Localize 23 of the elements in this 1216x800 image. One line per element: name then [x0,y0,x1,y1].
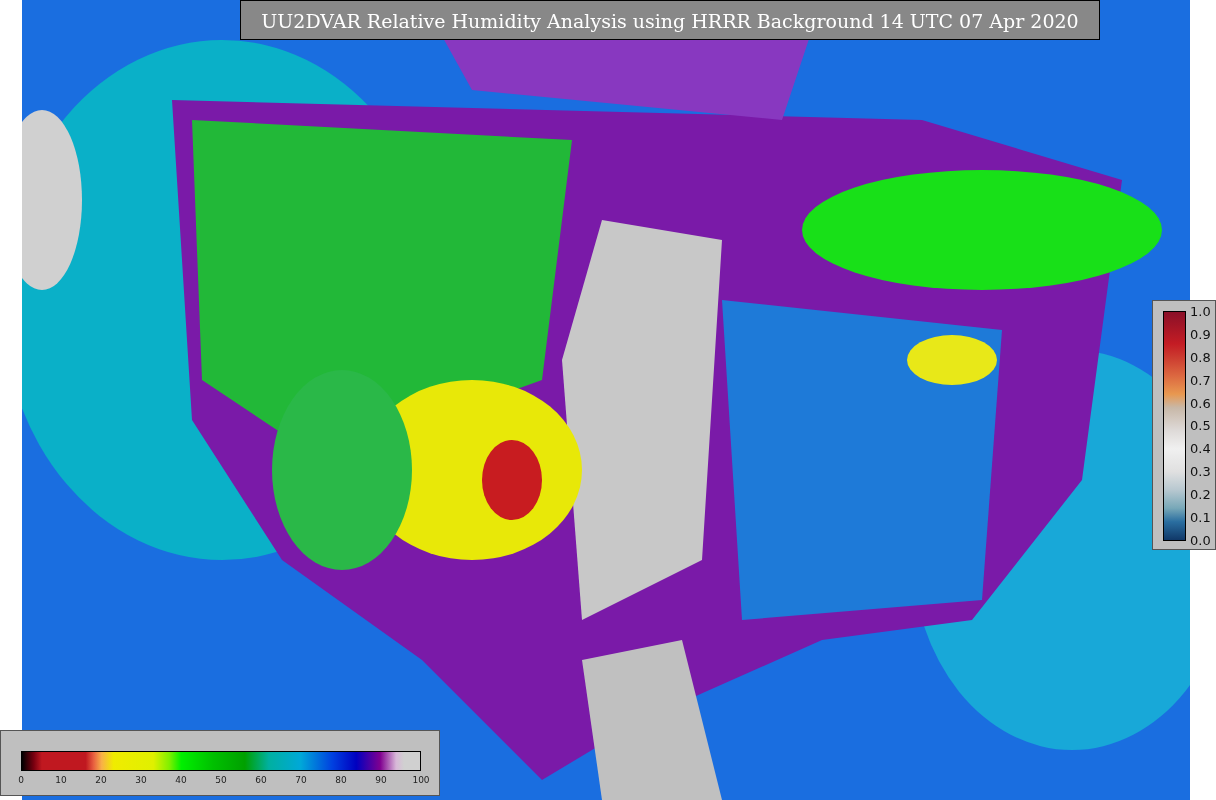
tick-label: 50 [215,775,227,785]
tick-label: 90 [375,775,387,785]
tick-label: 0.5 [1190,419,1211,433]
map-title: UU2DVAR Relative Humidity Analysis using HRRR Background 14 UTC 07 Apr 2020 [240,0,1100,40]
tick-label: 60 [255,775,267,785]
tick-label: 100 [412,775,430,785]
tick-label: 40 [175,775,187,785]
tick-label: 70 [295,775,307,785]
tick-label: 0.9 [1190,327,1211,341]
tick-label: 30 [135,775,147,785]
tick-label: 0.3 [1190,465,1211,479]
tick-label: 10 [55,775,67,785]
tick-label: 0.1 [1190,511,1211,524]
tick-label: 0.2 [1190,488,1211,502]
tick-label: 0.7 [1190,373,1211,387]
tick-label: 0 [18,775,24,785]
tick-label: 0.6 [1190,396,1211,410]
tick-label: 0.0 [1190,533,1211,547]
tick-label: 80 [335,775,347,785]
tick-label: 20 [95,775,107,785]
tick-label: 0.8 [1190,350,1211,364]
tick-label: 1.0 [1190,305,1211,318]
tick-label: 0.4 [1190,442,1211,456]
